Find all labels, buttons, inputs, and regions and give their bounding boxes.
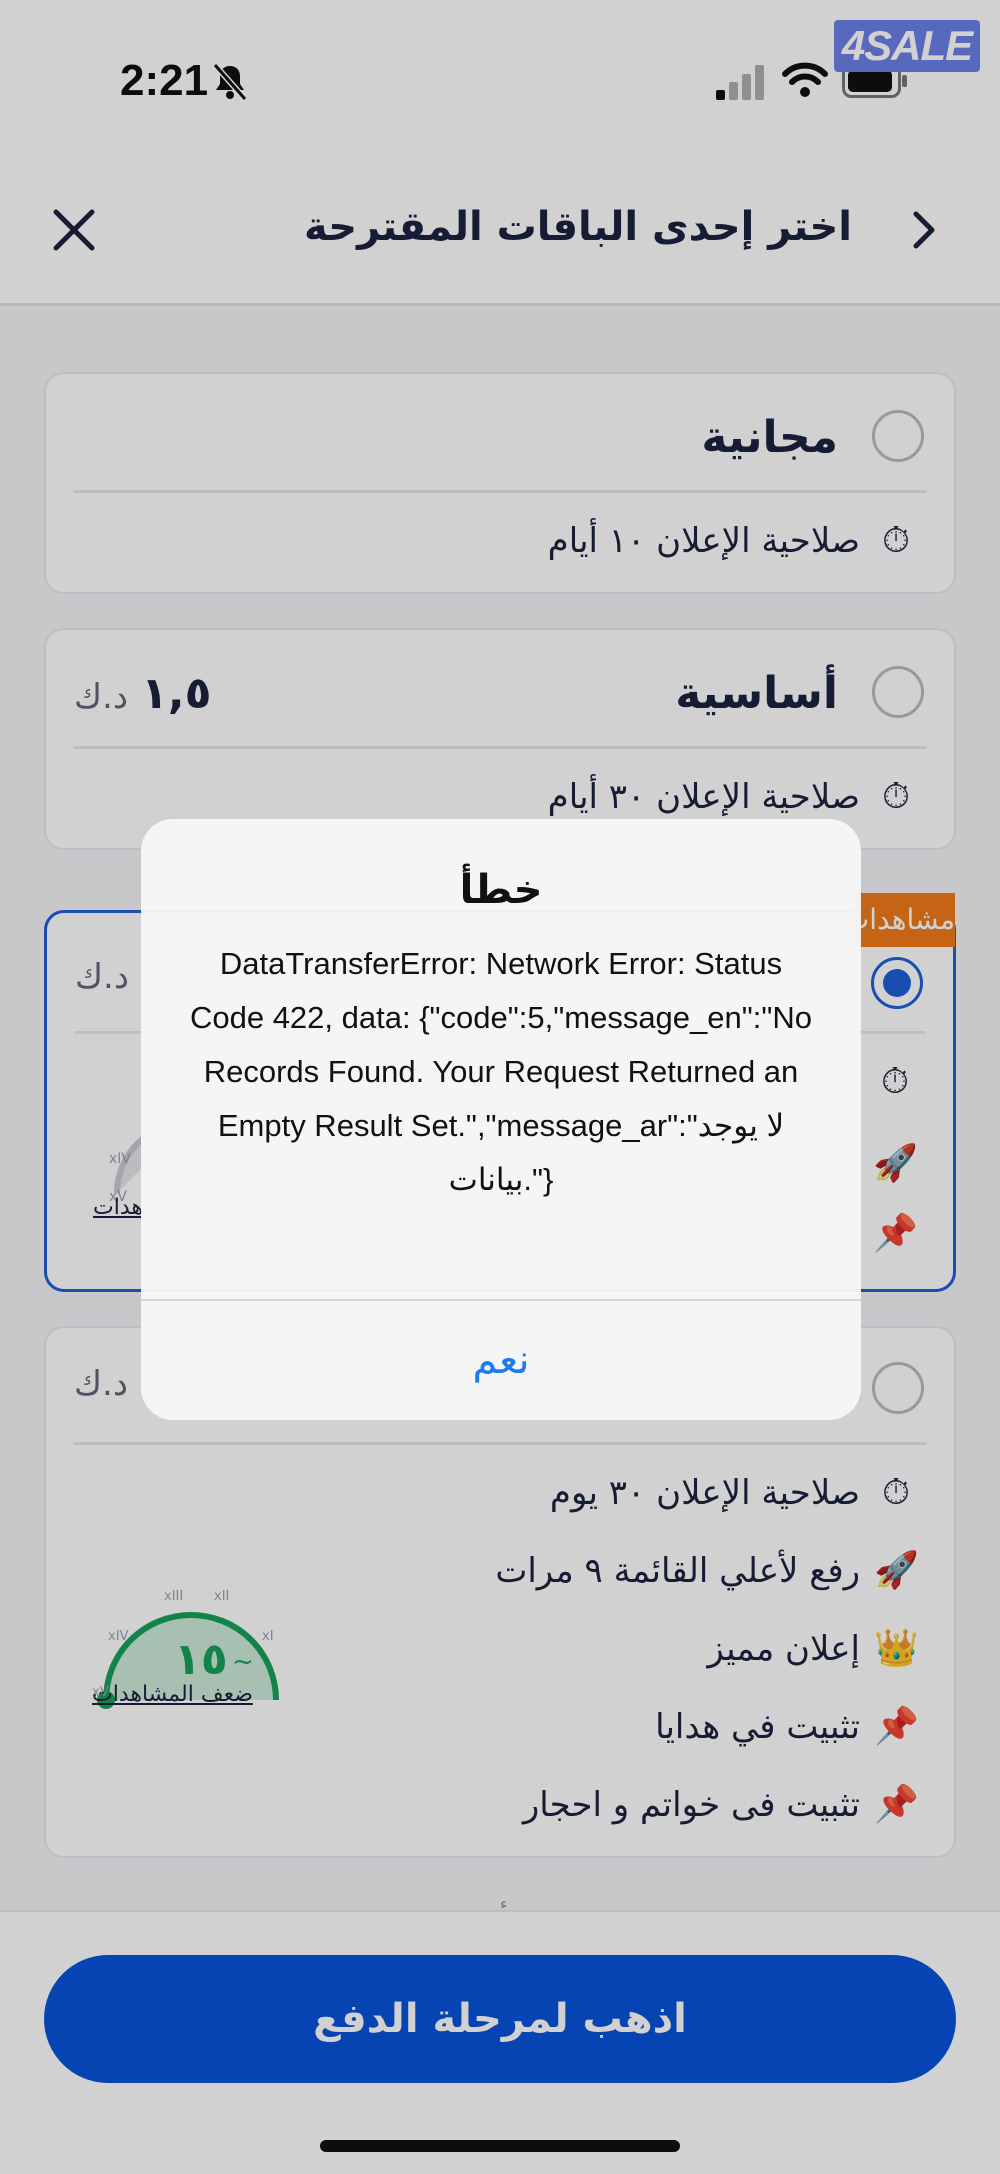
alert-message: DataTransferError: Network Error: Status… <box>189 946 813 1197</box>
alert-ok-button[interactable]: نعم <box>141 1301 861 1420</box>
error-alert: خطأ DataTransferError: Network Error: St… <box>141 819 861 1420</box>
alert-title: خطأ <box>459 867 543 913</box>
screen: 2:21 4SALE اختر إحدى الباقات المقترحة مج… <box>0 0 1000 2174</box>
